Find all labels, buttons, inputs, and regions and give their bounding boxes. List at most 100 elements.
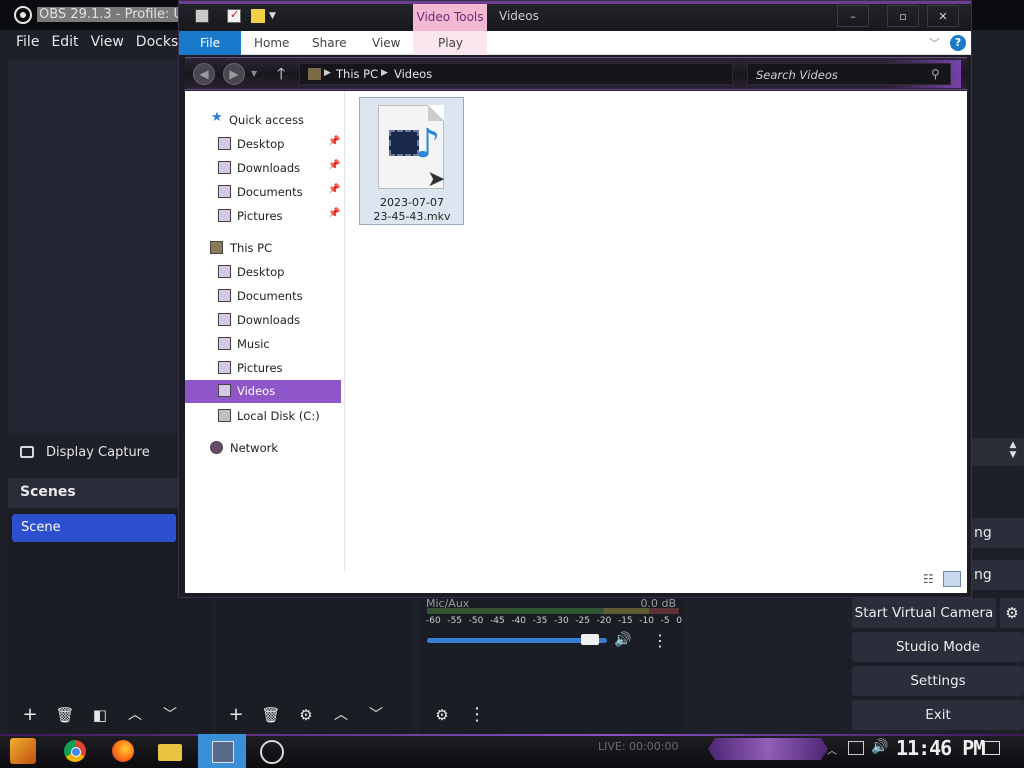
ribbon-tab-view[interactable]: View [372, 31, 400, 55]
close-button[interactable]: ✕ [927, 5, 959, 27]
details-view-icon[interactable]: ☷ [923, 572, 939, 586]
add-scene-button[interactable]: + [16, 702, 44, 728]
expand-ribbon-icon[interactable]: ﹀ [929, 35, 940, 51]
ribbon-tab-file[interactable]: File [179, 31, 241, 55]
ribbon-tab-share[interactable]: Share [312, 31, 347, 55]
documents-icon [218, 289, 231, 302]
back-button[interactable]: ◀ [193, 63, 215, 85]
nav-quick-downloads[interactable]: Downloads 📌 [185, 157, 341, 179]
nav-quick-desktop[interactable]: Desktop 📌 [185, 133, 341, 155]
firefox-icon[interactable] [109, 737, 139, 765]
checkmark-icon[interactable] [227, 8, 241, 23]
minimize-button[interactable]: – [837, 5, 869, 27]
virtual-camera-settings-icon[interactable]: ⚙ [1000, 598, 1024, 628]
scale-tick: -30 [553, 616, 569, 626]
add-source-button[interactable]: + [222, 702, 250, 728]
source-properties-spinner[interactable]: ▲ ▼ [970, 438, 1024, 466]
move-source-down-button[interactable]: ﹀ [362, 702, 390, 728]
obs-preview[interactable] [8, 60, 184, 435]
forward-button[interactable]: ▶ [223, 63, 245, 85]
new-folder-icon[interactable] [251, 9, 265, 23]
explorer-content: ★ Quick access Desktop 📌 Downloads 📌 Doc… [185, 91, 967, 593]
nav-label: Downloads [237, 313, 301, 327]
maximize-button[interactable]: ▫ [887, 5, 919, 27]
help-icon[interactable]: ? [950, 35, 966, 51]
active-app-icon[interactable] [198, 734, 246, 768]
nav-quick-pictures[interactable]: Pictures 📌 [185, 205, 341, 227]
large-icons-view-icon[interactable] [943, 571, 961, 587]
nav-label: Pictures [237, 361, 283, 375]
move-source-up-button[interactable]: ︿ [327, 702, 355, 728]
explorer-titlebar: ▼ Video Tools Videos – ▫ ✕ [179, 1, 971, 31]
network-tray-icon[interactable] [848, 741, 864, 755]
move-scene-down-button[interactable]: ﹀ [156, 702, 184, 728]
properties-icon[interactable] [195, 9, 209, 23]
nav-pc-documents[interactable]: Documents [185, 285, 341, 307]
chevron-right-icon: ▶ [324, 68, 331, 78]
nav-pc-local-disk[interactable]: Local Disk (C:) [185, 405, 341, 427]
remove-source-button[interactable]: 🗑 [257, 702, 285, 728]
volume-tray-icon[interactable]: 🔊 [871, 739, 888, 755]
nav-pc-music[interactable]: Music [185, 333, 341, 355]
scene-list-item[interactable]: Scene [12, 514, 176, 542]
exit-button[interactable]: Exit [852, 700, 1024, 730]
breadcrumb-videos[interactable]: Videos [394, 67, 432, 81]
file-explorer-icon[interactable] [155, 737, 185, 765]
nav-pc-downloads[interactable]: Downloads [185, 309, 341, 331]
volume-slider-handle[interactable] [580, 634, 599, 645]
search-box[interactable]: ⚲ [747, 63, 951, 85]
nav-pc-videos[interactable]: Videos [185, 380, 341, 403]
nav-label: Local Disk (C:) [237, 409, 320, 423]
address-field[interactable]: ▶ This PC ▶ Videos [299, 63, 733, 85]
scale-tick: -60 [426, 616, 441, 626]
ribbon-tab-home[interactable]: Home [254, 31, 289, 55]
advanced-audio-button[interactable]: ⚙ [428, 702, 456, 728]
file-item[interactable]: ♪ 2023-07-07 23-45-43.mkv [359, 97, 464, 225]
up-arrow-icon[interactable]: 🡑 [277, 63, 295, 85]
show-hidden-icons-icon[interactable]: ︿ [827, 742, 837, 757]
clock[interactable]: 11:46 PM [896, 736, 985, 760]
nav-label: Documents [237, 185, 303, 199]
notification-icon[interactable] [984, 741, 1000, 755]
breadcrumb-this-pc[interactable]: This PC [336, 67, 378, 81]
nav-pc-desktop[interactable]: Desktop [185, 261, 341, 283]
pane-divider[interactable] [344, 91, 345, 571]
nav-label: Desktop [237, 137, 285, 151]
customize-toolbar-icon[interactable]: ▼ [269, 11, 279, 21]
obs-logo-icon [14, 6, 32, 24]
recent-locations-icon[interactable]: ▼ [251, 69, 257, 78]
mixer-more-button[interactable]: ⋮ [652, 630, 668, 652]
nav-pc-pictures[interactable]: Pictures [185, 357, 341, 379]
source-properties-button[interactable]: ⚙ [292, 702, 320, 728]
nav-quick-documents[interactable]: Documents 📌 [185, 181, 341, 203]
speaker-icon[interactable]: 🔊 [614, 632, 634, 648]
mixer-menu-button[interactable]: ⋮ [463, 702, 491, 728]
chrome-icon[interactable] [61, 737, 91, 765]
obs-taskbar-icon[interactable] [256, 737, 286, 765]
start-streaming-button[interactable]: ng [970, 518, 1024, 548]
studio-mode-button[interactable]: Studio Mode [852, 632, 1024, 662]
obs-menu-view[interactable]: View [87, 30, 132, 54]
search-icon[interactable]: ⚲ [931, 67, 940, 81]
ribbon-tab-play[interactable]: Play [438, 31, 463, 55]
scale-tick: -40 [511, 616, 527, 626]
explorer-window-title: Videos [499, 9, 539, 23]
start-button[interactable] [10, 738, 36, 764]
scenes-toolbar: + 🗑 ◧ ︿ ﹀ [16, 700, 191, 730]
obs-menu-file[interactable]: File [0, 30, 47, 54]
scene-filters-button[interactable]: ◧ [86, 702, 114, 728]
nav-network[interactable]: Network [185, 437, 341, 459]
nav-this-pc[interactable]: This PC [185, 237, 341, 259]
start-recording-button[interactable]: ng [970, 560, 1024, 590]
scale-tick: -10 [639, 616, 654, 626]
search-input[interactable] [756, 67, 926, 82]
remove-scene-button[interactable]: 🗑 [51, 702, 79, 728]
obs-menu-edit[interactable]: Edit [47, 30, 86, 54]
volume-meter [427, 608, 679, 614]
source-selector[interactable]: Display Capture [8, 436, 184, 468]
move-scene-up-button[interactable]: ︿ [121, 702, 149, 728]
nav-quick-access[interactable]: ★ Quick access [185, 109, 341, 131]
nav-label: Pictures [237, 209, 283, 223]
start-virtual-camera-button[interactable]: Start Virtual Camera [852, 598, 996, 628]
settings-button[interactable]: Settings [852, 666, 1024, 696]
